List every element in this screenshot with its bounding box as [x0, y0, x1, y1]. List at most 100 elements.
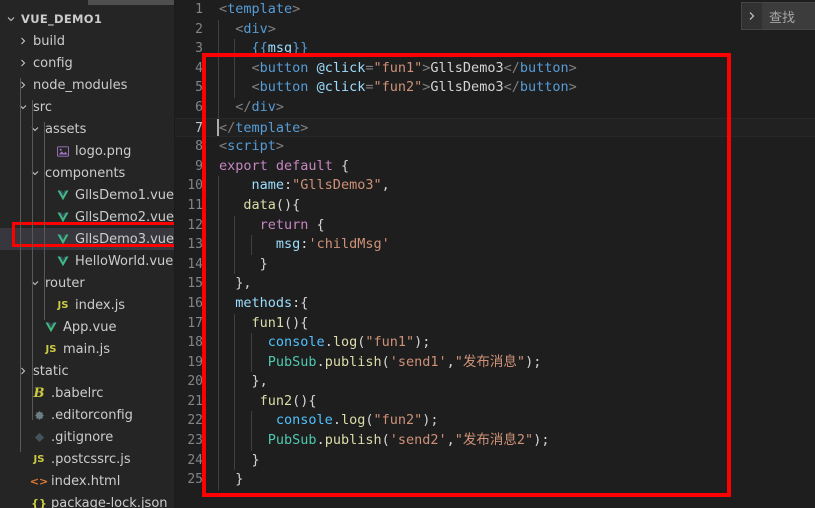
code-line[interactable]: 16 methods:{: [175, 293, 815, 314]
tree-item-index-js[interactable]: JS index.js: [0, 294, 174, 316]
tree-item-node-modules[interactable]: node_modules: [0, 74, 174, 96]
line-content[interactable]: <script>: [217, 137, 815, 157]
code-token: >: [275, 98, 285, 115]
tree-item-gitignore[interactable]: .gitignore: [0, 426, 174, 448]
line-content[interactable]: PubSub.publish('send1',"发布消息");: [217, 352, 815, 373]
tree-item-config[interactable]: config: [0, 52, 174, 74]
code-line[interactable]: 25 }: [175, 470, 815, 490]
tree-item-label: static: [33, 363, 69, 379]
code-line[interactable]: 8 <script>: [175, 137, 815, 157]
tree-item-build[interactable]: build: [0, 30, 174, 52]
line-content[interactable]: <template>: [217, 0, 815, 20]
js-file-icon: JS: [33, 453, 45, 465]
code-token: button: [519, 79, 569, 96]
tree-item-postcssrc-js[interactable]: JS .postcssrc.js: [0, 448, 174, 470]
code-line[interactable]: 1 <template>: [175, 0, 815, 20]
line-content[interactable]: data(){: [217, 195, 815, 216]
line-content[interactable]: }: [217, 254, 815, 275]
find-widget[interactable]: 查找: [741, 2, 815, 30]
line-number: 8: [195, 139, 203, 155]
tree-item-app-vue[interactable]: App.vue: [0, 316, 174, 338]
line-content[interactable]: <button @click="fun2">GllsDemo3</button>: [217, 78, 815, 98]
line-content[interactable]: return {: [217, 215, 815, 236]
line-content[interactable]: </template>: [217, 118, 815, 137]
code-line[interactable]: 7 </template>: [175, 117, 815, 138]
line-content[interactable]: }: [217, 450, 815, 471]
code-token: script: [227, 138, 276, 155]
line-content[interactable]: }: [217, 470, 815, 490]
code-line[interactable]: 18 console.log("fun1");: [175, 333, 815, 353]
tree-item-components[interactable]: components: [0, 162, 174, 184]
line-content[interactable]: {{msg}}: [217, 39, 815, 59]
tree-item-main-js[interactable]: JS main.js: [0, 338, 174, 360]
code-editor[interactable]: 1 <template> 2 <div> 3 {{msg}} 4 <button @cl…: [175, 0, 815, 508]
code-lines-container[interactable]: 1 <template> 2 <div> 3 {{msg}} 4 <button @cl…: [175, 0, 815, 508]
code-line[interactable]: 24 }: [175, 450, 815, 471]
line-number: 23: [187, 433, 203, 449]
code-line[interactable]: 19 PubSub.publish('send1',"发布消息");: [175, 352, 815, 373]
line-number: 7: [195, 120, 203, 136]
chevron-right-icon[interactable]: [742, 3, 762, 29]
code-line[interactable]: 23 PubSub.publish('send2',"发布消息2");: [175, 431, 815, 451]
code-line[interactable]: 17 fun1(){: [175, 313, 815, 334]
line-content[interactable]: <button @click="fun1">GllsDemo3</button>: [217, 58, 815, 79]
code-line[interactable]: 2 <div>: [175, 19, 815, 40]
tree-item-static[interactable]: static: [0, 360, 174, 382]
code-line[interactable]: 13 msg:'childMsg': [175, 235, 815, 255]
line-content[interactable]: console.log("fun1");: [217, 333, 815, 353]
line-content[interactable]: msg:'childMsg': [217, 235, 815, 255]
tree-item-gllsdemo2-vue[interactable]: GllsDemo2.vue: [0, 206, 174, 228]
code-line[interactable]: 9 export default {: [175, 157, 815, 177]
line-content[interactable]: name:"GllsDemo3",: [217, 176, 815, 196]
line-content[interactable]: console.log("fun2");: [217, 411, 815, 432]
tree-item-logo-png[interactable]: logo.png: [0, 140, 174, 162]
tree-item-helloworld-vue[interactable]: HelloWorld.vue: [0, 250, 174, 272]
tree-indent-guide: [20, 78, 21, 452]
code-line[interactable]: 12 return {: [175, 215, 815, 236]
code-line[interactable]: 6 </div>: [175, 97, 815, 118]
tree-item-babelrc[interactable]: B .babelrc: [0, 382, 174, 404]
code-token: ,: [446, 353, 455, 370]
code-line[interactable]: 22 console.log("fun2");: [175, 411, 815, 432]
code-indent-guide: [218, 176, 219, 196]
line-content[interactable]: <div>: [217, 19, 815, 40]
code-line[interactable]: 10 name:"GllsDemo3",: [175, 176, 815, 196]
tree-item-assets[interactable]: assets: [0, 118, 174, 140]
line-content[interactable]: fun1(){: [217, 313, 815, 334]
tree-root-folder[interactable]: VUE_DEMO1: [0, 8, 174, 30]
code-line[interactable]: 3 {{msg}}: [175, 39, 815, 59]
line-content[interactable]: PubSub.publish('send2',"发布消息2");: [217, 431, 815, 451]
line-content[interactable]: fun2(){: [217, 391, 815, 412]
line-content[interactable]: },: [217, 372, 815, 392]
code-line[interactable]: 11 data(){: [175, 195, 815, 216]
line-content[interactable]: </div>: [217, 97, 815, 118]
tree-item-index-html[interactable]: <> index.html: [0, 470, 174, 492]
sidebar-horizontal-scrollbar[interactable]: [88, 0, 174, 5]
code-token: button: [519, 59, 569, 76]
line-content[interactable]: export default {: [217, 157, 815, 177]
code-line[interactable]: 20 },: [175, 372, 815, 392]
tree-item-router[interactable]: router: [0, 272, 174, 294]
tree-item-editorconfig[interactable]: .editorconfig: [0, 404, 174, 426]
tree-item-src[interactable]: src: [0, 96, 174, 118]
code-indent-guide: [250, 431, 252, 451]
code-line[interactable]: 5 <button @click="fun2">GllsDemo3</butto…: [175, 78, 815, 98]
tree-item-label: build: [33, 33, 65, 49]
code-line[interactable]: 14 }: [175, 254, 815, 275]
tree-item-label: GllsDemo2.vue: [75, 209, 175, 225]
line-content[interactable]: },: [217, 274, 815, 294]
code-indent-guide: [234, 39, 236, 59]
tree-item-gllsdemo1-vue[interactable]: GllsDemo1.vue: [0, 184, 174, 206]
code-line[interactable]: 4 <button @click="fun1">GllsDemo3</butto…: [175, 58, 815, 79]
code-line[interactable]: 21 fun2(){: [175, 391, 815, 412]
code-line[interactable]: 15 },: [175, 274, 815, 294]
find-input[interactable]: 查找: [762, 3, 815, 29]
git-file-icon: [30, 432, 48, 443]
tree-item-gllsdemo3-vue[interactable]: GllsDemo3.vue: [0, 228, 174, 250]
tree-item-package-lock-json[interactable]: {} package-lock.json: [0, 492, 174, 508]
line-content[interactable]: methods:{: [217, 293, 815, 314]
